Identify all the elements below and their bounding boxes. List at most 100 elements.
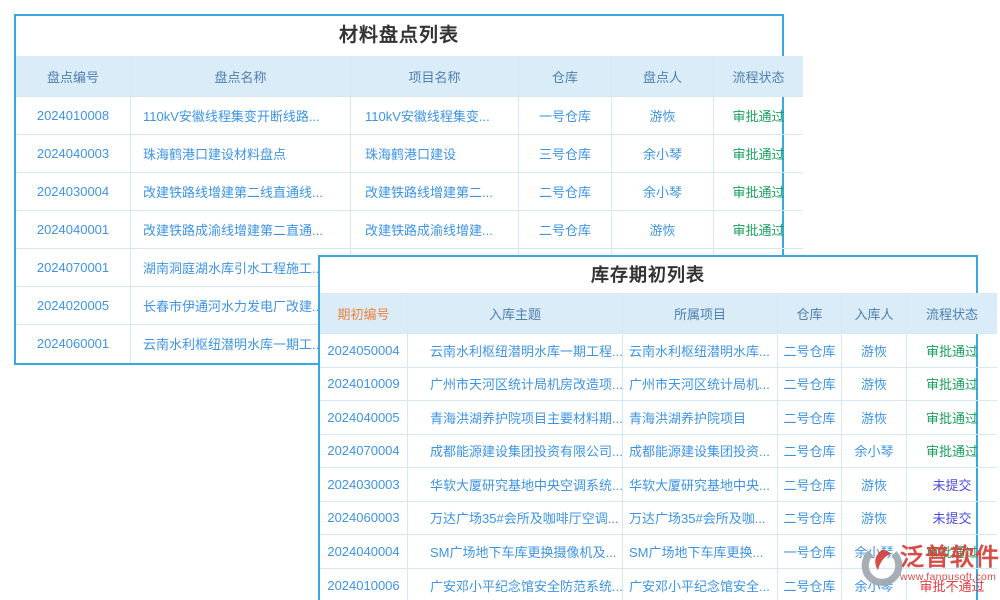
table-row[interactable]: 2024010008110kV安徽线程集变开断线路...110kV安徽线程集变.… bbox=[16, 97, 803, 135]
cell-person: 余小琴 bbox=[612, 173, 714, 211]
cell-status: 未提交 bbox=[907, 468, 998, 502]
cell-person: 余小琴 bbox=[842, 535, 907, 569]
cell-person: 游恢 bbox=[612, 97, 714, 135]
cell-project: 万达广场35#会所及咖... bbox=[623, 501, 778, 535]
cell-status: 审批通过 bbox=[907, 535, 998, 569]
cell-project: 云南水利枢纽潜明水库... bbox=[623, 334, 778, 368]
stock-opening-list-card: 库存期初列表 期初编号入库主题所属项目仓库入库人流程状态 2024050004云… bbox=[318, 255, 978, 600]
table-row[interactable]: 2024040001改建铁路成渝线增建第二直通...改建铁路成渝线增建...二号… bbox=[16, 211, 803, 249]
cell-warehouse: 二号仓库 bbox=[519, 173, 612, 211]
cell-person: 游恢 bbox=[842, 401, 907, 435]
table-row[interactable]: 2024070004成都能源建设集团投资有限公司...成都能源建设集团投资...… bbox=[320, 434, 997, 468]
table-row[interactable]: 2024040003珠海鹤港口建设材料盘点珠海鹤港口建设三号仓库余小琴审批通过 bbox=[16, 135, 803, 173]
table-row[interactable]: 2024010009广州市天河区统计局机房改造项...广州市天河区统计局机...… bbox=[320, 367, 997, 401]
cell-warehouse: 二号仓库 bbox=[778, 334, 842, 368]
table-row[interactable]: 2024010006广安邓小平纪念馆安全防范系统...广安邓小平纪念馆安全...… bbox=[320, 568, 997, 600]
table-row[interactable]: 2024030004改建铁路线增建第二线直通线...改建铁路线增建第二...二号… bbox=[16, 173, 803, 211]
cell-name: 广安邓小平纪念馆安全防范系统... bbox=[408, 568, 623, 600]
cell-person: 游恢 bbox=[842, 468, 907, 502]
cell-status: 审批通过 bbox=[714, 135, 804, 173]
cell-status: 审批通过 bbox=[714, 211, 804, 249]
cell-id: 2024040005 bbox=[320, 401, 408, 435]
cell-project: 青海洪湖养护院项目 bbox=[623, 401, 778, 435]
cell-name: 成都能源建设集团投资有限公司... bbox=[408, 434, 623, 468]
cell-id: 2024050004 bbox=[320, 334, 408, 368]
cell-id: 2024010009 bbox=[320, 367, 408, 401]
cell-warehouse: 二号仓库 bbox=[778, 468, 842, 502]
cell-id: 2024040001 bbox=[16, 211, 131, 249]
cell-name: 110kV安徽线程集变开断线路... bbox=[131, 97, 351, 135]
table-title: 库存期初列表 bbox=[320, 257, 976, 293]
cell-id: 2024030004 bbox=[16, 173, 131, 211]
cell-person: 余小琴 bbox=[842, 434, 907, 468]
table-row[interactable]: 2024050004云南水利枢纽潜明水库一期工程...云南水利枢纽潜明水库...… bbox=[320, 334, 997, 368]
table-row[interactable]: 2024060003万达广场35#会所及咖啡厅空调...万达广场35#会所及咖.… bbox=[320, 501, 997, 535]
cell-project: SM广场地下车库更换... bbox=[623, 535, 778, 569]
cell-project: 华软大厦研究基地中央... bbox=[623, 468, 778, 502]
cell-id: 2024040004 bbox=[320, 535, 408, 569]
cell-id: 2024070004 bbox=[320, 434, 408, 468]
cell-name: 云南水利枢纽潜明水库一期工程... bbox=[408, 334, 623, 368]
cell-project: 珠海鹤港口建设 bbox=[351, 135, 519, 173]
column-header-name: 入库主题 bbox=[408, 293, 623, 334]
cell-name: 华软大厦研究基地中央空调系统... bbox=[408, 468, 623, 502]
cell-warehouse: 二号仓库 bbox=[519, 211, 612, 249]
cell-id: 2024010006 bbox=[320, 568, 408, 600]
table-body: 2024050004云南水利枢纽潜明水库一期工程...云南水利枢纽潜明水库...… bbox=[320, 334, 997, 600]
stock-opening-table: 期初编号入库主题所属项目仓库入库人流程状态 2024050004云南水利枢纽潜明… bbox=[320, 293, 997, 600]
cell-project: 改建铁路成渝线增建... bbox=[351, 211, 519, 249]
cell-person: 余小琴 bbox=[612, 135, 714, 173]
cell-project: 110kV安徽线程集变... bbox=[351, 97, 519, 135]
column-header-project: 项目名称 bbox=[351, 56, 519, 97]
cell-name: 珠海鹤港口建设材料盘点 bbox=[131, 135, 351, 173]
cell-warehouse: 二号仓库 bbox=[778, 434, 842, 468]
cell-warehouse: 一号仓库 bbox=[778, 535, 842, 569]
cell-status: 审批通过 bbox=[907, 401, 998, 435]
column-header-warehouse: 仓库 bbox=[519, 56, 612, 97]
column-header-status: 流程状态 bbox=[907, 293, 998, 334]
cell-warehouse: 一号仓库 bbox=[519, 97, 612, 135]
cell-id: 2024010008 bbox=[16, 97, 131, 135]
column-header-project: 所属项目 bbox=[623, 293, 778, 334]
cell-id: 2024070001 bbox=[16, 249, 131, 287]
cell-person: 游恢 bbox=[842, 501, 907, 535]
table-row[interactable]: 2024040004SM广场地下车库更换摄像机及...SM广场地下车库更换...… bbox=[320, 535, 997, 569]
cell-warehouse: 二号仓库 bbox=[778, 568, 842, 600]
cell-status: 审批不通过 bbox=[907, 568, 998, 600]
cell-status: 审批通过 bbox=[907, 334, 998, 368]
cell-project: 广州市天河区统计局机... bbox=[623, 367, 778, 401]
cell-name: 改建铁路线增建第二线直通线... bbox=[131, 173, 351, 211]
cell-warehouse: 二号仓库 bbox=[778, 367, 842, 401]
table-row[interactable]: 2024040005青海洪湖养护院项目主要材料期...青海洪湖养护院项目二号仓库… bbox=[320, 401, 997, 435]
cell-name: SM广场地下车库更换摄像机及... bbox=[408, 535, 623, 569]
cell-warehouse: 二号仓库 bbox=[778, 501, 842, 535]
page: 材料盘点列表 盘点编号盘点名称项目名称仓库盘点人流程状态 20240100081… bbox=[0, 0, 1000, 600]
cell-id: 2024020005 bbox=[16, 287, 131, 325]
column-header-person: 入库人 bbox=[842, 293, 907, 334]
cell-status: 未提交 bbox=[907, 501, 998, 535]
cell-name: 青海洪湖养护院项目主要材料期... bbox=[408, 401, 623, 435]
cell-project: 改建铁路线增建第二... bbox=[351, 173, 519, 211]
cell-id: 2024040003 bbox=[16, 135, 131, 173]
column-header-warehouse: 仓库 bbox=[778, 293, 842, 334]
table-title: 材料盘点列表 bbox=[16, 16, 782, 56]
cell-project: 广安邓小平纪念馆安全... bbox=[623, 568, 778, 600]
column-header-id: 盘点编号 bbox=[16, 56, 131, 97]
cell-name: 改建铁路成渝线增建第二直通... bbox=[131, 211, 351, 249]
cell-id: 2024060001 bbox=[16, 325, 131, 363]
column-header-name: 盘点名称 bbox=[131, 56, 351, 97]
cell-status: 审批通过 bbox=[907, 367, 998, 401]
cell-status: 审批通过 bbox=[714, 97, 804, 135]
column-header-person: 盘点人 bbox=[612, 56, 714, 97]
cell-person: 游恢 bbox=[612, 211, 714, 249]
header-row: 期初编号入库主题所属项目仓库入库人流程状态 bbox=[320, 293, 997, 334]
cell-person: 游恢 bbox=[842, 334, 907, 368]
header-row: 盘点编号盘点名称项目名称仓库盘点人流程状态 bbox=[16, 56, 803, 97]
table-row[interactable]: 2024030003华软大厦研究基地中央空调系统...华软大厦研究基地中央...… bbox=[320, 468, 997, 502]
cell-id: 2024060003 bbox=[320, 501, 408, 535]
cell-warehouse: 二号仓库 bbox=[778, 401, 842, 435]
cell-name: 万达广场35#会所及咖啡厅空调... bbox=[408, 501, 623, 535]
cell-person: 游恢 bbox=[842, 367, 907, 401]
cell-status: 审批通过 bbox=[907, 434, 998, 468]
cell-warehouse: 三号仓库 bbox=[519, 135, 612, 173]
